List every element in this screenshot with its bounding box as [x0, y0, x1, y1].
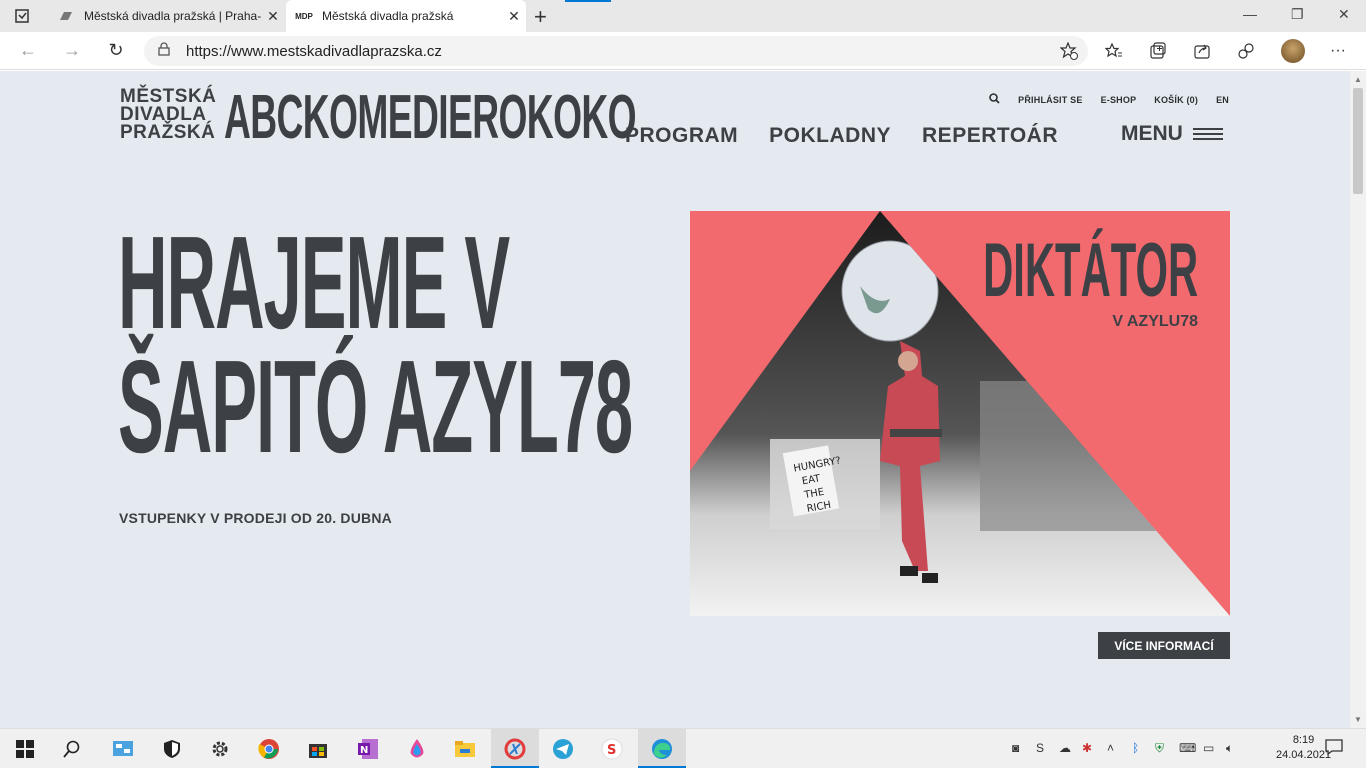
close-window-icon[interactable]: ✕ — [1338, 6, 1350, 23]
menu-button[interactable]: MENU — [1121, 122, 1223, 146]
hero-line: ŠAPITÓ AZYL78 — [118, 333, 633, 480]
menu-label: MENU — [1121, 122, 1183, 145]
restore-icon[interactable]: ❐ — [1291, 6, 1304, 23]
tab-title: Městská divadla pražská — [322, 9, 454, 23]
paint-icon[interactable] — [405, 737, 429, 761]
utility-nav: PŘIHLÁSIT SE E-SHOP KOŠÍK (0) EN — [989, 93, 1229, 106]
close-icon[interactable]: ✕ — [502, 8, 526, 25]
telegram-icon[interactable] — [551, 737, 575, 761]
meet-now-icon[interactable]: ◙ — [1012, 741, 1019, 755]
url-text: https://www.mestskadivadlaprazska.cz — [186, 42, 442, 60]
tab-title: Městská divadla pražská | Praha- — [84, 9, 261, 23]
defender-icon[interactable]: ⛨ — [1155, 741, 1164, 756]
settings-icon[interactable] — [208, 737, 232, 761]
scroll-up-icon[interactable]: ▲ — [1354, 75, 1362, 84]
diktator-banner[interactable]: HUNGRY? EAT THE RICH DIKTÁTOR V AZYLU78 — [690, 211, 1230, 616]
cart-link[interactable]: KOŠÍK (0) — [1154, 95, 1198, 105]
url-field[interactable]: https://www.mestskadivadlaprazska.cz — [144, 36, 1088, 66]
collections-icon[interactable] — [1148, 41, 1168, 61]
file-explorer-icon[interactable] — [453, 737, 477, 761]
notifications-icon[interactable] — [1325, 739, 1343, 758]
snip-sketch-icon[interactable] — [491, 729, 539, 768]
banner-title: DIKTÁTOR — [982, 228, 1198, 313]
clock-date: 24.04.2021 — [1276, 749, 1332, 761]
search-icon[interactable] — [989, 93, 1000, 106]
web-page: MĚSTSKÁ DIVADLA PRAŽSKÁ ABCKOMEDIEROKOKO… — [0, 71, 1350, 728]
login-link[interactable]: PŘIHLÁSIT SE — [1018, 95, 1082, 105]
onedrive-icon[interactable]: ☁ — [1059, 741, 1071, 755]
chrome-icon[interactable] — [257, 737, 281, 761]
tab-inactive[interactable]: Městská divadla pražská | Praha- ✕ — [48, 0, 285, 32]
tab-bar: Městská divadla pražská | Praha- ✕ MDP M… — [0, 0, 1366, 32]
close-icon[interactable]: ✕ — [261, 8, 285, 25]
mdp-icon — [58, 9, 74, 23]
svg-text:N: N — [360, 745, 368, 756]
nav-program[interactable]: PROGRAM — [625, 124, 738, 148]
new-tab-icon[interactable]: + — [534, 4, 547, 30]
eshop-link[interactable]: E-SHOP — [1101, 95, 1137, 105]
bluetooth-icon[interactable]: ᛒ — [1132, 741, 1139, 755]
store-icon[interactable] — [306, 737, 330, 761]
control-panel-icon[interactable] — [111, 737, 135, 761]
keyboard-icon[interactable]: ⌨ — [1179, 741, 1196, 755]
minimize-icon[interactable]: — — [1243, 6, 1257, 22]
mdp-favicon: MDP — [295, 11, 313, 21]
more-info-button[interactable]: VÍCE INFORMACÍ — [1098, 632, 1230, 659]
search-icon[interactable] — [60, 737, 84, 761]
scroll-thumb[interactable] — [1353, 88, 1363, 194]
extensions-icon[interactable] — [1236, 41, 1256, 61]
clock-time: 8:19 — [1292, 734, 1315, 746]
app-tray-icon[interactable]: S — [1036, 741, 1044, 755]
tab-actions-icon[interactable] — [12, 7, 32, 25]
taskbar: N S ◙ S ☁ ✱ ˄ ᛒ ⛨ ⌨ ▭ 🔈︎ 8:19 24.04.2021 — [0, 728, 1366, 768]
hero-headline: HRAJEME V ŠAPITÓ AZYL78 — [118, 209, 633, 480]
edge-icon[interactable] — [638, 729, 686, 768]
forward-icon[interactable]: → — [60, 40, 84, 62]
refresh-icon[interactable]: ↻ — [104, 40, 128, 62]
profile-avatar[interactable] — [1281, 39, 1305, 63]
nav-repertoar[interactable]: REPERTOÁR — [922, 124, 1058, 148]
svg-text:S: S — [607, 743, 616, 758]
network-icon[interactable]: ▭ — [1203, 741, 1214, 755]
banner-subtitle: V AZYLU78 — [1112, 313, 1198, 330]
main-nav: PROGRAM POKLADNY REPERTOÁR — [625, 124, 1058, 148]
logo-line: PRAŽSKÁ — [120, 122, 216, 143]
lock-icon — [158, 41, 172, 61]
antivirus-icon[interactable]: ✱ — [1082, 741, 1092, 755]
scroll-down-icon[interactable]: ▼ — [1354, 715, 1362, 724]
theatres-logo[interactable]: ABCKOMEDIEROKOKO — [224, 85, 637, 151]
add-favorite-icon[interactable] — [1059, 41, 1078, 65]
favorites-icon[interactable] — [1104, 41, 1124, 61]
language-link[interactable]: EN — [1216, 95, 1229, 105]
app-s-icon[interactable]: S — [600, 737, 624, 761]
volume-icon[interactable]: 🔈︎ — [1226, 741, 1233, 756]
windows-start-icon[interactable] — [13, 737, 37, 761]
hamburger-icon — [1192, 128, 1223, 140]
more-options-icon[interactable]: ··· — [1328, 41, 1348, 61]
hero-line: HRAJEME V — [118, 209, 510, 356]
share-icon[interactable] — [1192, 41, 1212, 61]
tab-active[interactable]: MDP Městská divadla pražská ✕ — [286, 0, 526, 32]
hero-subline: VSTUPENKY V PRODEJI OD 20. DUBNA — [119, 510, 392, 526]
show-hidden-icon[interactable]: ˄ — [1107, 741, 1114, 755]
system-clock[interactable]: 8:19 24.04.2021 — [1276, 733, 1331, 763]
back-icon[interactable]: ← — [16, 40, 40, 62]
vertical-scrollbar[interactable]: ▲ ▼ — [1350, 71, 1366, 728]
tab-indicator — [565, 0, 611, 2]
security-icon[interactable] — [160, 737, 184, 761]
onenote-icon[interactable]: N — [356, 737, 380, 761]
nav-pokladny[interactable]: POKLADNY — [769, 124, 891, 148]
site-logo[interactable]: MĚSTSKÁ DIVADLA PRAŽSKÁ — [120, 87, 216, 143]
address-bar: ← → ↻ https://www.mestskadivadlaprazska.… — [0, 32, 1366, 70]
